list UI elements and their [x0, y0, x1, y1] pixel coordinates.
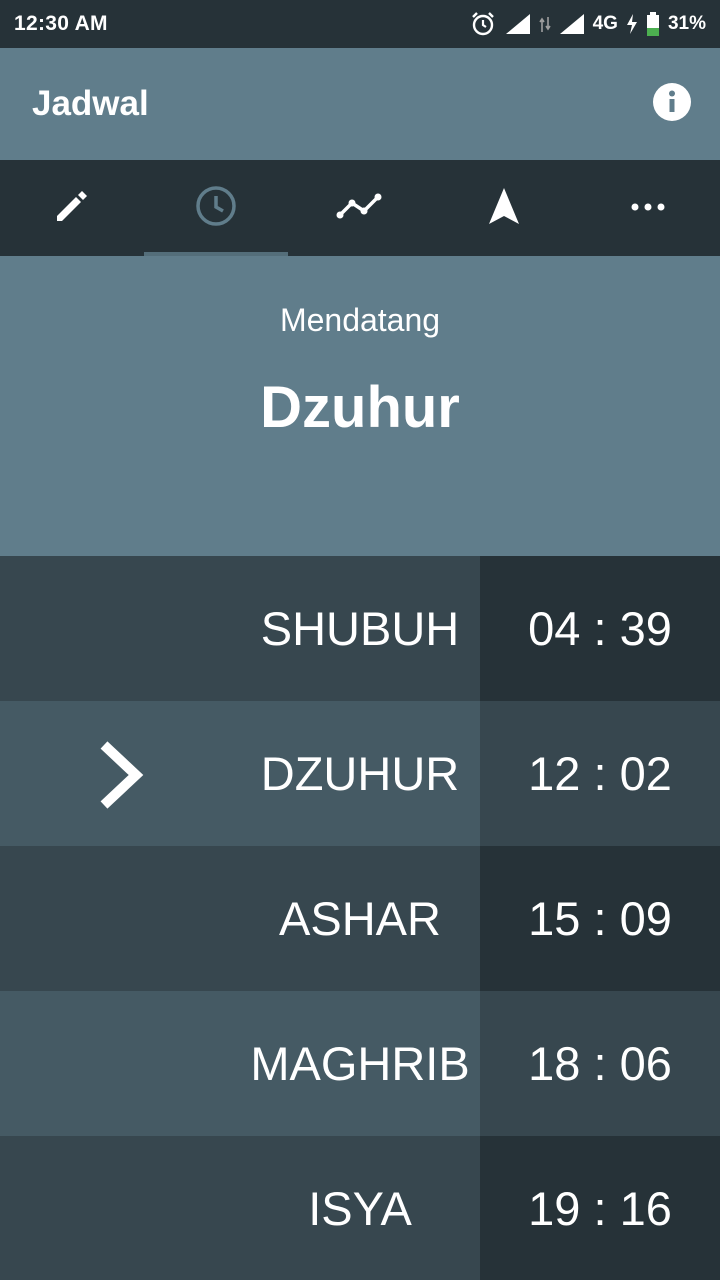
schedule-row-dzuhur[interactable]: DZUHUR 12 : 02	[0, 701, 720, 846]
next-prayer-name: Dzuhur	[260, 375, 460, 440]
schedule-row-isya[interactable]: ISYA 19 : 16	[0, 1136, 720, 1280]
tab-schedule[interactable]	[144, 160, 288, 256]
info-icon	[652, 82, 692, 127]
next-prayer-label: Mendatang	[279, 302, 441, 338]
tab-edit[interactable]	[0, 160, 144, 256]
charging-icon	[626, 14, 638, 34]
tab-more[interactable]	[576, 160, 720, 256]
prayer-name: DZUHUR	[260, 747, 460, 800]
clock-icon	[194, 184, 238, 233]
status-bar: 12:30 AM 4G 31%	[0, 0, 720, 48]
alarm-icon	[469, 10, 497, 38]
prayer-name: ISYA	[308, 1182, 412, 1235]
prayer-time: 18 : 06	[480, 991, 720, 1136]
battery-icon	[646, 12, 660, 36]
signal-icon	[505, 13, 531, 35]
network-type: 4G	[592, 13, 618, 34]
signal-icon	[559, 13, 585, 35]
tab-bar	[0, 160, 720, 256]
schedule-row-ashar[interactable]: ASHAR 15 : 09	[0, 846, 720, 991]
line-chart-icon	[336, 191, 384, 226]
chevron-right-icon	[96, 739, 148, 811]
schedule-row-shubuh[interactable]: SHUBUH 04 : 39	[0, 556, 720, 701]
more-horizontal-icon	[630, 199, 666, 217]
prayer-name: MAGHRIB	[250, 1037, 470, 1090]
navigation-arrow-icon	[486, 186, 522, 231]
battery-percent: 31%	[667, 13, 706, 34]
status-icons: 4G 31%	[469, 10, 706, 38]
status-time: 12:30 AM	[14, 12, 108, 35]
prayer-time: 12 : 02	[480, 701, 720, 846]
prayer-time: 15 : 09	[480, 846, 720, 991]
tab-direction[interactable]	[432, 160, 576, 256]
prayer-time: 04 : 39	[480, 556, 720, 701]
pencil-icon	[52, 186, 92, 231]
info-button[interactable]	[652, 82, 692, 127]
prayer-time: 19 : 16	[480, 1136, 720, 1280]
data-transfer-icon	[538, 16, 551, 32]
schedule-row-maghrib[interactable]: MAGHRIB 18 : 06	[0, 991, 720, 1136]
prayer-schedule: SHUBUH 04 : 39 DZUHUR 12 : 02 ASHAR 15 :…	[0, 556, 720, 1280]
app-bar: Jadwal	[0, 48, 720, 160]
next-prayer-panel: Mendatang Dzuhur	[0, 256, 720, 556]
prayer-name: SHUBUH	[260, 602, 460, 655]
page-title: Jadwal	[32, 84, 149, 123]
tab-chart[interactable]	[288, 160, 432, 256]
prayer-name: ASHAR	[279, 892, 441, 945]
